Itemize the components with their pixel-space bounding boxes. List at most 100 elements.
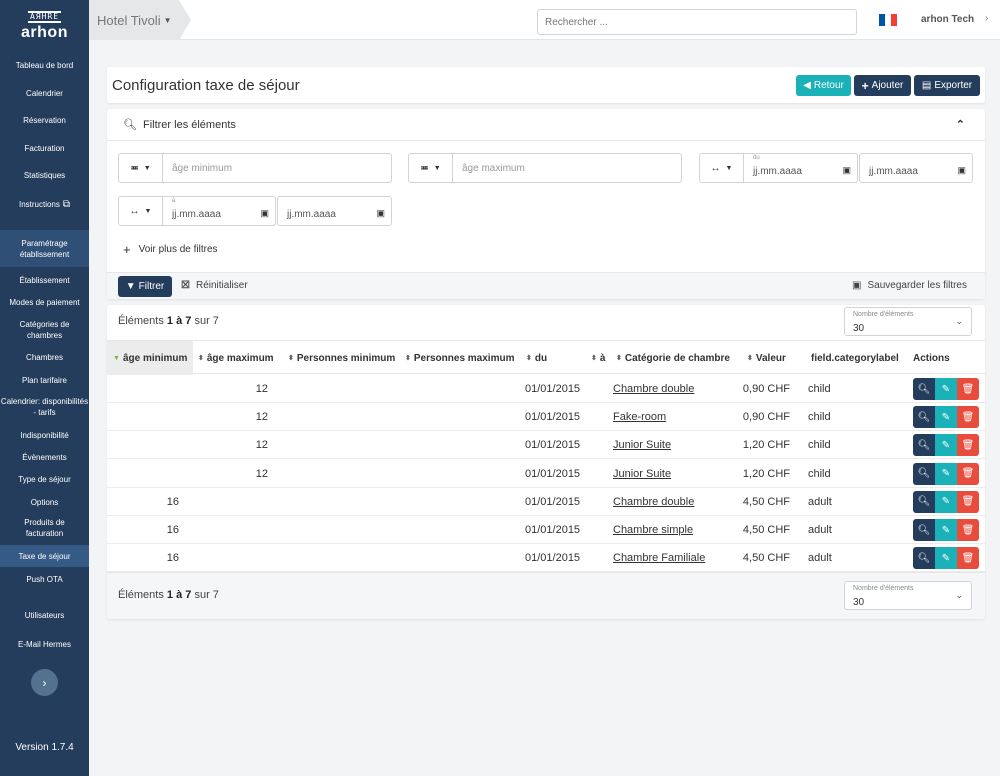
age-min-input[interactable]: âge minimum bbox=[163, 153, 392, 183]
age-max-input[interactable]: âge maximum bbox=[453, 153, 682, 183]
user-menu[interactable]: arhon Tech bbox=[921, 14, 974, 25]
page-size-select[interactable]: Nombre d'éléments 30 ⌄ bbox=[844, 581, 972, 610]
cell-age-min bbox=[107, 460, 179, 488]
header-persons-max[interactable]: ⬍ Personnes maximum bbox=[405, 341, 514, 375]
export-button[interactable]: ▤ Exporter bbox=[914, 75, 980, 96]
edit-button[interactable]: ✎ bbox=[935, 434, 957, 457]
view-button[interactable]: 🔍︎ bbox=[913, 462, 935, 485]
reset-button[interactable]: ☒ Réinitialiser bbox=[181, 280, 248, 291]
sidebar-item-payment-modes[interactable]: Modes de paiement bbox=[0, 295, 89, 309]
sidebar-item-establishment[interactable]: Établissement bbox=[0, 273, 89, 287]
sidebar-item-reservation[interactable]: Réservation bbox=[0, 113, 89, 127]
save-filters-button[interactable]: ▣ Sauvegarder les filtres bbox=[852, 280, 967, 291]
delete-button[interactable]: 🗑︎ bbox=[957, 490, 979, 513]
operator-dropdown[interactable]: ≖ ▼ bbox=[118, 153, 163, 183]
language-flag-icon[interactable] bbox=[879, 14, 897, 26]
cell-age-min bbox=[107, 403, 179, 431]
delete-button[interactable]: 🗑︎ bbox=[957, 434, 979, 457]
calendar-icon[interactable]: ▣ bbox=[842, 165, 851, 176]
more-filters-link[interactable]: + Voir plus de filtres bbox=[123, 242, 218, 257]
sidebar-item-push-ota[interactable]: Push OTA bbox=[0, 572, 89, 586]
view-button[interactable]: 🔍︎ bbox=[913, 519, 935, 541]
funnel-icon: ▼ bbox=[125, 281, 136, 292]
header-age-min[interactable]: ▼ âge minimum bbox=[107, 341, 193, 375]
du-date-to-input[interactable]: jj.mm.aaaa ▣ bbox=[859, 153, 973, 183]
sidebar-item-unavailability[interactable]: Indisponibilité bbox=[0, 428, 89, 442]
edit-button[interactable]: ✎ bbox=[935, 406, 957, 429]
edit-button[interactable]: ✎ bbox=[935, 490, 957, 513]
calendar-icon[interactable]: ▣ bbox=[260, 208, 269, 219]
chevron-right-icon[interactable]: › bbox=[985, 13, 988, 24]
sidebar-item-room-categories[interactable]: Catégories de chambres bbox=[0, 318, 89, 342]
sidebar-item-email-hermes[interactable]: E-Mail Hermes bbox=[0, 637, 89, 651]
sidebar-item-tourist-tax[interactable]: Taxe de séjour bbox=[0, 545, 89, 567]
filter-panel-header[interactable]: 🔍︎ Filtrer les éléments ⌃ bbox=[107, 109, 985, 141]
sidebar-item-billing-products[interactable]: Produits de facturation bbox=[0, 516, 89, 540]
view-button[interactable]: 🔍︎ bbox=[913, 406, 935, 429]
edit-button[interactable]: ✎ bbox=[935, 519, 957, 541]
sidebar-item-users[interactable]: Utilisateurs bbox=[0, 608, 89, 622]
edit-icon: ✎ bbox=[941, 552, 951, 564]
cell-room-category-link[interactable]: Chambre double bbox=[613, 375, 694, 403]
back-button[interactable]: ◀ Retour bbox=[796, 75, 851, 96]
sidebar-item-instructions[interactable]: Instructions ⧉ bbox=[0, 196, 89, 212]
sidebar-item-billing[interactable]: Facturation bbox=[0, 141, 89, 155]
sidebar-item-stay-type[interactable]: Type de séjour bbox=[0, 472, 89, 486]
a-date-from-input[interactable]: à jj.mm.aaaa ▣ bbox=[163, 196, 276, 226]
header-persons-min[interactable]: ⬍ Personnes minimum bbox=[288, 341, 395, 375]
range-operator-dropdown[interactable]: ↔ ▼ bbox=[118, 196, 163, 226]
sidebar-item-availability-calendar[interactable]: Calendrier: disponibilités - tarifs bbox=[0, 395, 89, 419]
header-a[interactable]: ⬍ à bbox=[591, 341, 605, 375]
filter-button[interactable]: ▼ Filtrer bbox=[118, 276, 172, 297]
arhon-logo[interactable]: AЯHRE arhon bbox=[0, 0, 89, 48]
sidebar-item-calendar[interactable]: Calendrier bbox=[0, 86, 89, 100]
sidebar-item-events[interactable]: Évènements bbox=[0, 450, 89, 464]
cell-room-category-link[interactable]: Junior Suite bbox=[613, 460, 671, 488]
sidebar-expand-button[interactable]: › bbox=[31, 669, 58, 696]
more-filters-label: Voir plus de filtres bbox=[138, 244, 218, 255]
chevron-up-icon[interactable]: ⌃ bbox=[956, 118, 965, 131]
sidebar-item-rooms[interactable]: Chambres bbox=[0, 350, 89, 364]
delete-button[interactable]: 🗑︎ bbox=[957, 378, 979, 400]
sidebar-item-rate-plan[interactable]: Plan tarifaire bbox=[0, 373, 89, 387]
page-size-select[interactable]: Nombre d'éléments 30 ⌄ bbox=[844, 307, 972, 336]
a-date-to-input[interactable]: jj.mm.aaaa ▣ bbox=[277, 196, 392, 226]
cell-room-category-link[interactable]: Junior Suite bbox=[613, 431, 671, 459]
add-button[interactable]: + Ajouter bbox=[854, 75, 911, 96]
header-du[interactable]: ⬍ du bbox=[526, 341, 547, 375]
operator-dropdown[interactable]: ≖ ▼ bbox=[408, 153, 453, 183]
sidebar-item-options[interactable]: Options bbox=[0, 495, 89, 509]
cell-room-category-link[interactable]: Fake-room bbox=[613, 403, 666, 431]
search-input[interactable] bbox=[537, 9, 857, 35]
view-button[interactable]: 🔍︎ bbox=[913, 547, 935, 570]
header-value[interactable]: ⬍ Valeur bbox=[747, 341, 786, 375]
sidebar-item-dashboard[interactable]: Tableau de bord bbox=[0, 58, 89, 72]
delete-button[interactable]: 🗑︎ bbox=[957, 519, 979, 541]
caret-down-icon: ▼ bbox=[143, 164, 151, 172]
view-button[interactable]: 🔍︎ bbox=[913, 434, 935, 457]
header-room-category[interactable]: ⬍ Catégorie de chambre bbox=[616, 341, 730, 375]
trash-icon: 🗑︎ bbox=[961, 552, 975, 564]
edit-button[interactable]: ✎ bbox=[935, 462, 957, 485]
view-button[interactable]: 🔍︎ bbox=[913, 378, 935, 400]
header-age-max[interactable]: ⬍ âge maximum bbox=[198, 341, 274, 375]
header-label: âge minimum bbox=[122, 352, 188, 364]
delete-button[interactable]: 🗑︎ bbox=[957, 406, 979, 429]
edit-icon: ✎ bbox=[941, 411, 951, 423]
cell-room-category-link[interactable]: Chambre simple bbox=[613, 516, 693, 544]
cell-room-category-link[interactable]: Chambre Familiale bbox=[613, 544, 705, 572]
hotel-selector[interactable]: Hotel Tivoli ▼ bbox=[89, 0, 191, 40]
delete-button[interactable]: 🗑︎ bbox=[957, 547, 979, 570]
calendar-icon[interactable]: ▣ bbox=[376, 208, 385, 219]
sidebar-section-settings[interactable]: Paramétrage établissement bbox=[0, 230, 89, 267]
du-date-from-input[interactable]: du jj.mm.aaaa ▣ bbox=[744, 153, 858, 183]
edit-button[interactable]: ✎ bbox=[935, 378, 957, 400]
edit-button[interactable]: ✎ bbox=[935, 547, 957, 570]
calendar-icon[interactable]: ▣ bbox=[957, 165, 966, 176]
delete-button[interactable]: 🗑︎ bbox=[957, 462, 979, 485]
range-operator-dropdown[interactable]: ↔ ▼ bbox=[699, 153, 744, 183]
view-button[interactable]: 🔍︎ bbox=[913, 490, 935, 513]
cell-room-category-link[interactable]: Chambre double bbox=[613, 488, 694, 516]
row-actions: 🔍︎ ✎ 🗑︎ bbox=[913, 462, 979, 485]
sidebar-item-statistics[interactable]: Statistiques bbox=[0, 168, 89, 182]
